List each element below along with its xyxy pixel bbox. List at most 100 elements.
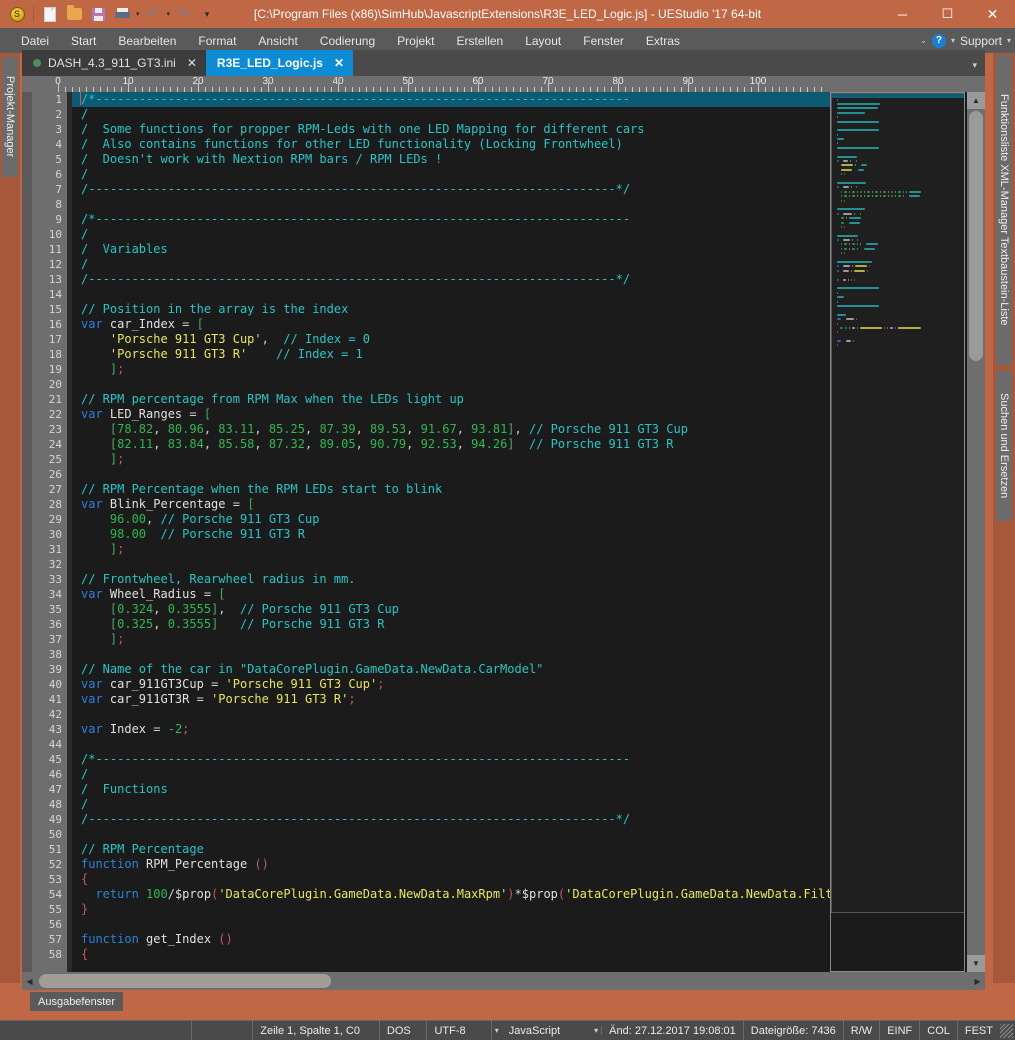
editor-horizontal-scrollbar[interactable]: ◀ ▶ <box>22 972 985 990</box>
code-line[interactable] <box>67 287 830 302</box>
code-line[interactable] <box>67 647 830 662</box>
undo-icon[interactable]: ↶ <box>142 3 164 25</box>
help-dropdown-caret-icon[interactable]: ▾ <box>951 36 955 45</box>
resize-grip-icon[interactable] <box>1000 1023 1014 1038</box>
code-line[interactable]: /---------------------------------------… <box>67 182 830 197</box>
tab-dash-ini[interactable]: DASH_4.3_911_GT3.ini ✕ <box>22 50 206 76</box>
maximize-button[interactable]: ☐ <box>925 0 970 28</box>
menu-format[interactable]: Format <box>187 30 247 52</box>
code-line[interactable]: function RPM_Percentage () <box>67 857 830 872</box>
close-icon[interactable]: ✕ <box>187 56 197 70</box>
code-line[interactable]: /---------------------------------------… <box>67 272 830 287</box>
code-line[interactable]: /---------------------------------------… <box>67 812 830 827</box>
code-line[interactable]: // Name of the car in "DataCorePlugin.Ga… <box>67 662 830 677</box>
code-line[interactable]: var Index = -2; <box>67 722 830 737</box>
code-text-area[interactable]: /*--------------------------------------… <box>67 92 830 972</box>
editor-vertical-scrollbar[interactable]: ▲ ▼ <box>967 92 985 972</box>
code-line[interactable]: ]; <box>67 542 830 557</box>
code-line[interactable]: [0.325, 0.3555] // Porsche 911 GT3 R <box>67 617 830 632</box>
code-line[interactable]: var Wheel_Radius = [ <box>67 587 830 602</box>
code-line[interactable]: / <box>67 167 830 182</box>
code-line[interactable]: /*--------------------------------------… <box>67 212 830 227</box>
code-line[interactable]: / <box>67 107 830 122</box>
close-button[interactable]: ✕ <box>970 0 1015 28</box>
sidebar-item-projekt-manager[interactable]: Projekt-Manager <box>2 57 18 177</box>
code-line[interactable]: } <box>67 902 830 917</box>
new-file-icon[interactable] <box>39 3 61 25</box>
code-line[interactable]: function get_Index () <box>67 932 830 947</box>
menu-extras[interactable]: Extras <box>635 30 691 52</box>
code-line[interactable]: var car_911GT3R = 'Porsche 911 GT3 R'; <box>67 692 830 707</box>
code-line[interactable]: [78.82, 80.96, 83.11, 85.25, 87.39, 89.5… <box>67 422 830 437</box>
code-minimap[interactable] <box>830 92 965 972</box>
code-line[interactable]: return 100/$prop('DataCorePlugin.GameDat… <box>67 887 830 902</box>
print-icon[interactable] <box>111 3 133 25</box>
menu-codierung[interactable]: Codierung <box>309 30 386 52</box>
code-line[interactable] <box>67 377 830 392</box>
code-line[interactable]: 'Porsche 911 GT3 R' // Index = 1 <box>67 347 830 362</box>
scroll-down-icon[interactable]: ▼ <box>967 955 985 972</box>
code-line[interactable]: 98.00 // Porsche 911 GT3 R <box>67 527 830 542</box>
support-dropdown-caret-icon[interactable]: ▾ <box>1007 36 1011 45</box>
scroll-right-icon[interactable]: ▶ <box>970 972 985 990</box>
code-line[interactable] <box>67 467 830 482</box>
scroll-left-icon[interactable]: ◀ <box>22 972 37 990</box>
code-line[interactable] <box>67 827 830 842</box>
code-line[interactable]: / <box>67 257 830 272</box>
menu-erstellen[interactable]: Erstellen <box>446 30 515 52</box>
code-line[interactable]: 96.00, // Porsche 911 GT3 Cup <box>67 512 830 527</box>
redo-icon[interactable]: ↷ <box>172 3 194 25</box>
tab-overflow-caret-icon[interactable]: ▾ <box>972 60 977 71</box>
menu-layout[interactable]: Layout <box>514 30 572 52</box>
tab-ausgabefenster[interactable]: Ausgabefenster <box>30 992 124 1011</box>
undo-dropdown-caret-icon[interactable]: ▾ <box>167 10 171 18</box>
code-line[interactable]: var Blink_Percentage = [ <box>67 497 830 512</box>
code-line[interactable] <box>67 917 830 932</box>
help-icon[interactable]: ? <box>931 33 946 48</box>
status-line-ending[interactable]: DOS <box>380 1020 428 1040</box>
code-line[interactable]: / <box>67 227 830 242</box>
code-line[interactable]: ]; <box>67 452 830 467</box>
scroll-up-icon[interactable]: ▲ <box>967 92 985 109</box>
code-line[interactable] <box>67 557 830 572</box>
code-line[interactable]: { <box>67 872 830 887</box>
encoding-dropdown-caret-icon[interactable]: ▾ <box>492 1026 502 1035</box>
save-icon[interactable] <box>87 3 109 25</box>
code-line[interactable]: var LED_Ranges = [ <box>67 407 830 422</box>
sidebar-item-suchen-und-ersetzen[interactable]: Suchen und Ersetzen <box>996 371 1012 521</box>
status-cursor-position[interactable]: Zeile 1, Spalte 1, C0 <box>253 1020 380 1040</box>
print-dropdown-caret-icon[interactable]: ▾ <box>136 10 140 18</box>
code-line[interactable] <box>67 737 830 752</box>
sidebar-group-funktionsliste[interactable]: Funktionsliste XML-Manager Textbaustein-… <box>996 55 1012 365</box>
code-line[interactable]: /*--------------------------------------… <box>67 92 830 107</box>
code-line[interactable]: / Also contains functions for other LED … <box>67 137 830 152</box>
vertical-scroll-thumb[interactable] <box>969 111 983 361</box>
status-fest[interactable]: FEST <box>958 1021 1000 1040</box>
support-menu[interactable]: Support <box>960 34 1002 48</box>
code-line[interactable]: / Variables <box>67 242 830 257</box>
code-line[interactable]: / Functions <box>67 782 830 797</box>
code-line[interactable]: /*--------------------------------------… <box>67 752 830 767</box>
menu-fenster[interactable]: Fenster <box>572 30 635 52</box>
code-line[interactable]: { <box>67 947 830 962</box>
customize-toolbar-icon[interactable]: ▾ <box>196 3 218 25</box>
code-line[interactable] <box>67 197 830 212</box>
code-line[interactable]: [82.11, 83.84, 85.58, 87.32, 89.05, 90.7… <box>67 437 830 452</box>
horizontal-scroll-thumb[interactable] <box>39 974 331 988</box>
close-icon[interactable]: ✕ <box>334 56 344 70</box>
language-dropdown-caret-icon[interactable]: ▾ <box>591 1026 603 1035</box>
code-line[interactable]: / <box>67 797 830 812</box>
menu-projekt[interactable]: Projekt <box>386 30 445 52</box>
code-line[interactable]: ]; <box>67 362 830 377</box>
status-col-mode[interactable]: COL <box>920 1020 958 1040</box>
tab-r3e-led-logic-js[interactable]: R3E_LED_Logic.js ✕ <box>205 50 354 76</box>
status-encoding[interactable]: UTF-8 <box>427 1020 492 1040</box>
code-line[interactable]: // Position in the array is the index <box>67 302 830 317</box>
code-line[interactable]: [0.324, 0.3555], // Porsche 911 GT3 Cup <box>67 602 830 617</box>
open-folder-icon[interactable] <box>63 3 85 25</box>
menu-ansicht[interactable]: Ansicht <box>247 30 308 52</box>
code-line[interactable]: / Doesn't work with Nextion RPM bars / R… <box>67 152 830 167</box>
status-readwrite[interactable]: R/W <box>844 1020 881 1040</box>
menu-start[interactable]: Start <box>60 30 107 52</box>
minimap-viewport[interactable] <box>831 93 964 913</box>
